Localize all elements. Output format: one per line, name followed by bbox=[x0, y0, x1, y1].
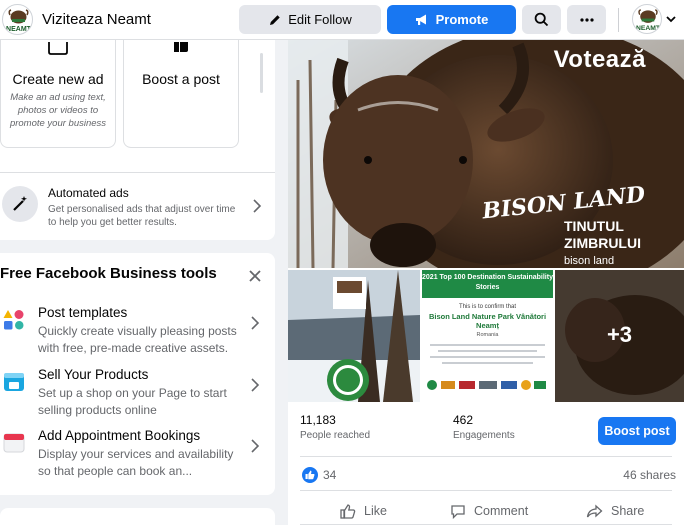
people-reached-label: People reached bbox=[300, 430, 371, 441]
automated-ads-row[interactable]: Automated ads Get personalised ads that … bbox=[0, 172, 275, 238]
next-card bbox=[0, 508, 275, 525]
calendar-icon bbox=[3, 433, 25, 453]
boost-post-button[interactable]: Boost post bbox=[598, 417, 676, 445]
automated-ads-title: Automated ads bbox=[48, 186, 129, 200]
certificate-name: Bison Land Nature Park Vânători Neamț bbox=[428, 312, 547, 330]
header-divider bbox=[618, 8, 619, 32]
more-options-button[interactable] bbox=[567, 5, 606, 34]
share-button[interactable]: Share bbox=[586, 501, 644, 521]
shares-count[interactable]: 46 shares bbox=[623, 468, 676, 482]
shop-icon bbox=[4, 373, 24, 391]
people-reached-value: 11,183 bbox=[300, 413, 336, 427]
profile-avatar[interactable]: NEAMT bbox=[632, 4, 662, 34]
edit-follow-label: Edit Follow bbox=[288, 12, 352, 27]
business-tools-heading: Free Facebook Business tools bbox=[0, 265, 217, 282]
chevron-right-icon bbox=[251, 439, 260, 453]
image-icon bbox=[47, 42, 69, 61]
comment-button[interactable]: Comment bbox=[450, 501, 528, 521]
magic-wand-icon bbox=[2, 186, 38, 222]
certificate-country: Romania bbox=[476, 332, 499, 338]
post-photo-thumbnail[interactable] bbox=[288, 270, 420, 402]
create-new-ad-title: Create new ad bbox=[12, 71, 104, 87]
post-templates-item[interactable]: Post templates Quickly create visually p… bbox=[0, 305, 275, 363]
engagements-label: Engagements bbox=[453, 430, 515, 441]
brand-logo: BISON LAND TINUTUL ZIMBRULUI bison land bbox=[481, 182, 646, 267]
chevron-down-icon bbox=[666, 16, 676, 23]
promote-label: Promote bbox=[435, 12, 489, 27]
engagements-stat: 462 Engagements bbox=[453, 413, 515, 441]
snowy-forest-photo bbox=[288, 270, 420, 402]
brand-tagline: bison land bbox=[564, 255, 615, 267]
certificate-text-lines bbox=[430, 344, 545, 364]
edit-follow-button[interactable]: Edit Follow bbox=[239, 5, 381, 34]
svg-text:NEAMT: NEAMT bbox=[6, 26, 32, 33]
bison-logo-icon: NEAMT bbox=[6, 9, 32, 33]
engagements-value: 462 bbox=[453, 413, 474, 427]
post-main-photo[interactable]: Votează BISON LAND TINUTUL ZIMBRULUI bis… bbox=[288, 40, 684, 268]
create-new-ad-description: Make an ad using text, photos or videos … bbox=[9, 92, 107, 129]
megaphone-icon bbox=[415, 14, 426, 25]
hero-caption: Votează bbox=[553, 46, 646, 73]
people-reached-stat: 11,183 People reached bbox=[300, 413, 370, 441]
sell-products-title: Sell Your Products bbox=[38, 367, 149, 382]
chevron-right-icon bbox=[253, 199, 262, 213]
shapes-icon bbox=[3, 310, 24, 330]
comment-icon bbox=[451, 504, 465, 519]
pencil-icon bbox=[270, 14, 280, 25]
page-title[interactable]: Viziteaza Neamt bbox=[42, 11, 151, 28]
appointment-bookings-title: Add Appointment Bookings bbox=[38, 428, 201, 443]
close-icon[interactable] bbox=[248, 269, 262, 283]
more-dots-icon bbox=[579, 17, 594, 22]
reactions-count[interactable]: 34 bbox=[323, 468, 336, 482]
appointment-bookings-description: Display your services and availability s… bbox=[38, 447, 234, 478]
certificate-intro: This is to confirm that bbox=[458, 304, 517, 310]
like-label: Like bbox=[364, 504, 387, 518]
thumbs-up-icon bbox=[170, 42, 192, 61]
sell-products-item[interactable]: Sell Your Products Set up a shop on your… bbox=[0, 367, 275, 425]
like-reaction-icon[interactable] bbox=[302, 467, 318, 483]
promote-button[interactable]: Promote bbox=[387, 5, 516, 34]
share-icon bbox=[586, 504, 603, 517]
search-button[interactable] bbox=[522, 5, 561, 34]
appointment-bookings-item[interactable]: Add Appointment Bookings Display your se… bbox=[0, 428, 275, 486]
more-photos-count: +3 bbox=[606, 322, 633, 347]
share-label: Share bbox=[611, 504, 645, 518]
comment-label: Comment bbox=[474, 504, 529, 518]
post-templates-title: Post templates bbox=[38, 305, 128, 320]
post-card: Votează BISON LAND TINUTUL ZIMBRULUI bis… bbox=[288, 40, 684, 525]
page-logo[interactable]: NEAMT bbox=[2, 4, 33, 35]
brand-name: TINUTUL ZIMBRULUI bbox=[564, 218, 641, 251]
more-photos-tile[interactable]: +3 bbox=[555, 270, 684, 402]
boost-a-post-title: Boost a post bbox=[142, 71, 220, 87]
like-button[interactable]: Like bbox=[340, 501, 387, 521]
certificate-header: 2021 Top 100 Destination Sustainability … bbox=[422, 270, 553, 298]
bison-logo-icon: NEAMT bbox=[636, 9, 661, 32]
svg-text:NEAMT: NEAMT bbox=[636, 25, 661, 32]
post-templates-description: Quickly create visually pleasing posts w… bbox=[38, 324, 237, 355]
divider bbox=[300, 490, 672, 491]
page-header: NEAMT Viziteaza Neamt Edit Follow Promot… bbox=[0, 0, 684, 40]
chevron-right-icon bbox=[251, 316, 260, 330]
sponsor-logos bbox=[427, 380, 546, 390]
account-menu-toggle[interactable] bbox=[664, 12, 678, 26]
sell-products-description: Set up a shop on your Page to start sell… bbox=[38, 386, 227, 417]
certificate-thumbnail[interactable]: 2021 Top 100 Destination Sustainability … bbox=[422, 270, 553, 402]
scrollbar[interactable] bbox=[260, 53, 263, 93]
business-tools-card: Free Facebook Business tools Post templa… bbox=[0, 253, 275, 495]
automated-ads-description: Get personalised ads that adjust over ti… bbox=[48, 204, 236, 228]
create-new-ad-tile[interactable]: Create new ad Make an ad using text, pho… bbox=[0, 40, 116, 148]
search-icon bbox=[534, 12, 549, 27]
thumbs-up-icon bbox=[305, 470, 315, 480]
divider bbox=[300, 456, 672, 457]
chevron-right-icon bbox=[251, 378, 260, 392]
like-icon bbox=[340, 503, 356, 519]
boost-a-post-tile[interactable]: Boost a post bbox=[123, 40, 239, 148]
